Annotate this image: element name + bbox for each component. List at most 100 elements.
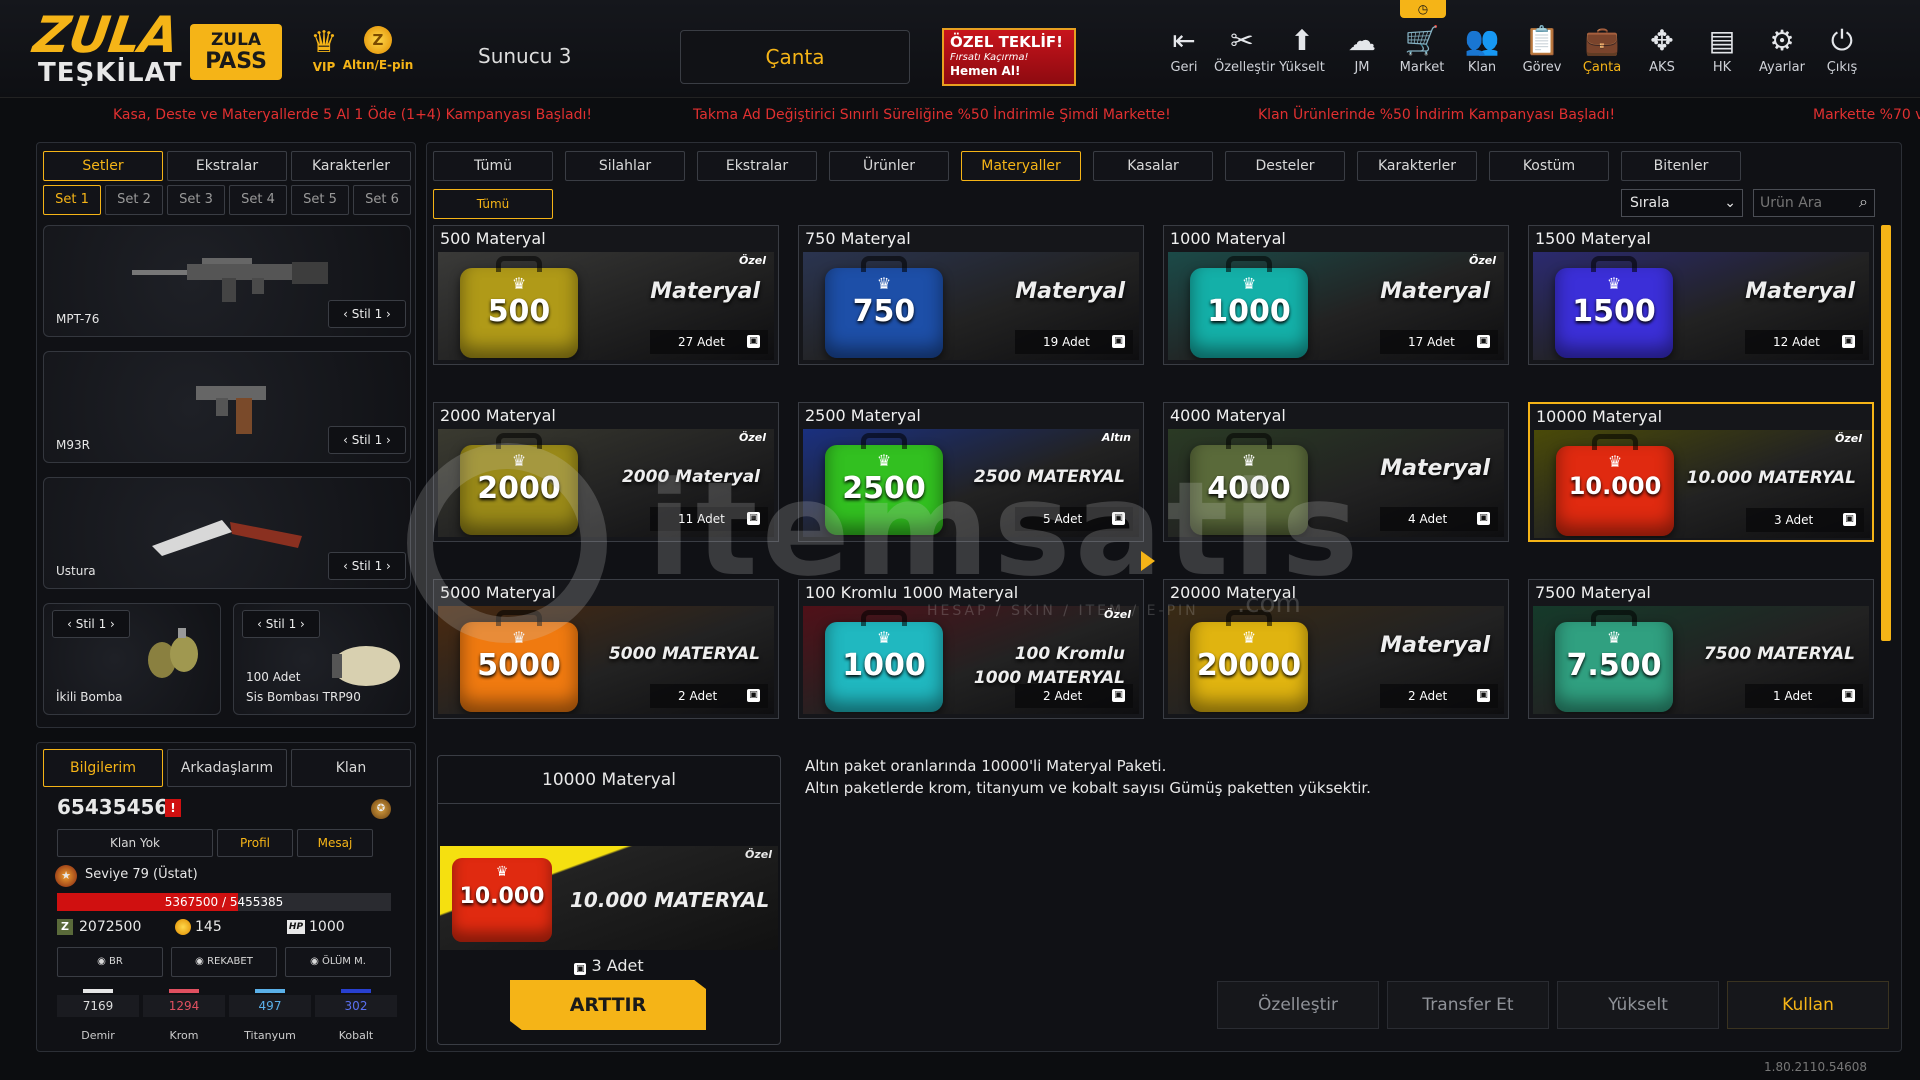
mode-br-button[interactable]: ◉ BR <box>57 947 163 977</box>
mode-rekabet-button[interactable]: ◉ REKABET <box>171 947 277 977</box>
set-tab-6[interactable]: Set 6 <box>353 185 411 215</box>
style-selector[interactable]: ‹ Stil 1 › <box>328 300 406 328</box>
set-tab-2[interactable]: Set 2 <box>105 185 163 215</box>
product-label: 2500 MATERYAL <box>973 467 1125 487</box>
nav-label: Klan <box>1467 60 1497 75</box>
sort-dropdown[interactable]: Sırala ⌄ <box>1621 189 1743 217</box>
product-card[interactable]: 7500 Materyal ♛ 7.500 7500 MATERYAL 1 Adet ▣ <box>1528 579 1874 719</box>
gold-coin-icon <box>175 919 191 935</box>
customize-button[interactable]: Özelleştir <box>1217 981 1379 1029</box>
category-tab[interactable]: Ekstralar <box>697 151 817 181</box>
search-input[interactable] <box>1754 190 1850 216</box>
stat-titanyum: 497 Titanyum <box>229 989 311 1042</box>
category-tab[interactable]: Desteler <box>1225 151 1345 181</box>
nav-gear-button[interactable]: ⚙ Ayarlar <box>1754 24 1810 84</box>
tab-bilgilerim[interactable]: Bilgilerim <box>43 749 163 787</box>
product-card[interactable]: 1500 Materyal ♛ 1500 Materyal 12 Adet ▣ <box>1528 225 1874 365</box>
nav-mission-button[interactable]: 📋 Görev <box>1514 24 1570 84</box>
qty-text: 27 Adet <box>678 335 725 349</box>
case-handle <box>1591 610 1637 626</box>
nav-customize-button[interactable]: ✂ Özelleştir <box>1214 24 1275 84</box>
secondary-weapon-slot[interactable]: M93R ‹ Stil 1 › <box>43 351 411 463</box>
product-card[interactable]: 4000 Materyal ♛ 4000 Materyal 4 Adet ▣ <box>1163 402 1509 542</box>
qty-text: 5 Adet <box>1043 512 1083 526</box>
tab-ekstralar[interactable]: Ekstralar <box>167 151 287 181</box>
use-button[interactable]: Kullan <box>1727 981 1889 1029</box>
nav-jm-button[interactable]: ☁ JM <box>1334 24 1390 84</box>
grenade-slot[interactable]: ‹ Stil 1 › İkili Bomba <box>43 603 221 715</box>
product-card[interactable]: 500 Materyal Özel ♛ 500 Materyal 27 Adet ▣ <box>433 225 779 365</box>
material-case-icon: ♛ 20000 <box>1190 610 1308 712</box>
increase-button[interactable]: ARTTIR <box>510 980 706 1030</box>
pistol-icon <box>196 386 266 434</box>
vip-button[interactable]: ♛ VIP <box>300 26 348 75</box>
category-tab[interactable]: Ürünler <box>829 151 949 181</box>
product-card[interactable]: 5000 Materyal ♛ 5000 5000 MATERYAL 2 Adet ▣ <box>433 579 779 719</box>
special-offer-button[interactable]: ÖZEL TEKLİF! Fırsatı Kaçırma! Hemen Al! <box>942 28 1076 86</box>
product-title: 1500 Materyal <box>1535 229 1651 248</box>
nav-hk-button[interactable]: ▤ HK <box>1694 24 1750 84</box>
tab-klan[interactable]: Klan <box>291 749 411 787</box>
style-selector[interactable]: ‹ Stil 1 › <box>242 610 320 638</box>
tab-setler[interactable]: Setler <box>43 151 163 181</box>
transfer-button[interactable]: Transfer Et <box>1387 981 1549 1029</box>
set-tab-3[interactable]: Set 3 <box>167 185 225 215</box>
mode-icon: ◉ <box>195 956 204 967</box>
mode-label: ÖLÜM M. <box>322 956 366 967</box>
category-tab[interactable]: Karakterler <box>1357 151 1477 181</box>
category-tab[interactable]: Kasalar <box>1093 151 1213 181</box>
product-card[interactable]: 2500 Materyal Altın ♛ 2500 2500 MATERYAL 5 Ad… <box>798 402 1144 542</box>
mode-olum-button[interactable]: ◉ ÖLÜM M. <box>285 947 391 977</box>
qty-text: 2 Adet <box>1043 689 1083 703</box>
ticker-item: Klan Ürünlerinde %50 İndirim Kampanyası … <box>1258 107 1616 123</box>
category-tab[interactable]: Bitenler <box>1621 151 1741 181</box>
scrollbar[interactable] <box>1881 225 1891 641</box>
product-card[interactable]: 750 Materyal ♛ 750 Materyal 19 Adet ▣ <box>798 225 1144 365</box>
product-card[interactable]: 2000 Materyal Özel ♛ 2000 2000 Materyal 11 Ad… <box>433 402 779 542</box>
altin-epin-button[interactable]: Z Altın/E-pin <box>342 26 414 72</box>
search-box[interactable]: ⌕ <box>1753 189 1875 217</box>
nav-bag-button[interactable]: 💼 Çanta <box>1574 24 1630 84</box>
nav-aks-button[interactable]: ✥ AKS <box>1634 24 1690 84</box>
tab-arkadaslarim[interactable]: Arkadaşlarım <box>167 749 287 787</box>
product-card[interactable]: 100 Kromlu 1000 Materyal Özel ♛ 1000 100 Kro… <box>798 579 1144 719</box>
upgrade-button[interactable]: Yükselt <box>1557 981 1719 1029</box>
crown-icon: ♛ <box>876 451 892 470</box>
subfilter-all[interactable]: Tümü <box>433 189 553 219</box>
style-selector[interactable]: ‹ Stil 1 › <box>328 426 406 454</box>
tab-karakterler[interactable]: Karakterler <box>291 151 411 181</box>
style-selector[interactable]: ‹ Stil 1 › <box>52 610 130 638</box>
material-case-icon: ♛ 10.000 <box>452 858 552 942</box>
qty-text: 4 Adet <box>1408 512 1448 526</box>
profile-button[interactable]: Profil <box>217 829 293 857</box>
product-card[interactable]: 20000 Materyal ♛ 20000 Materyal 2 Adet ▣ <box>1163 579 1509 719</box>
case-number: 500 <box>487 294 551 329</box>
category-tab[interactable]: Silahlar <box>565 151 685 181</box>
smoke-grenade-slot[interactable]: ‹ Stil 1 › 100 Adet Sis Bombası TRP90 <box>233 603 411 715</box>
nav-clan-button[interactable]: 👥 Klan <box>1454 24 1510 84</box>
crown-icon: ♛ <box>495 864 509 880</box>
clan-none-button[interactable]: Klan Yok <box>57 829 213 857</box>
set-tab-5[interactable]: Set 5 <box>291 185 349 215</box>
crown-icon: ♛ <box>1606 628 1622 647</box>
bag-button[interactable]: Çanta <box>680 30 910 84</box>
case-number: 1000 <box>842 648 926 683</box>
melee-weapon-slot[interactable]: Ustura ‹ Stil 1 › <box>43 477 411 589</box>
style-selector[interactable]: ‹ Stil 1 › <box>328 552 406 580</box>
message-button[interactable]: Mesaj <box>297 829 373 857</box>
category-tab[interactable]: Tümü <box>433 151 553 181</box>
set-tab-4[interactable]: Set 4 <box>229 185 287 215</box>
nav-back-button[interactable]: ⇤ Geri <box>1156 24 1212 84</box>
stat-value: 302 <box>315 995 397 1017</box>
product-card[interactable]: 1000 Materyal Özel ♛ 1000 Materyal 17 Adet ▣ <box>1163 225 1509 365</box>
category-tab[interactable]: Kostüm <box>1489 151 1609 181</box>
product-card[interactable]: 10000 Materyal Özel ♛ 10.000 10.000 MATERYAL… <box>1528 402 1874 542</box>
primary-weapon-slot[interactable]: MPT-76 ‹ Stil 1 › <box>43 225 411 337</box>
nav-power-button[interactable]: ⏻ Çıkış <box>1814 24 1870 84</box>
zula-pass-button[interactable]: ZULA PASS <box>190 24 282 80</box>
category-tab[interactable]: Materyaller <box>961 151 1081 181</box>
nav-upgrade-button[interactable]: ⬆ Yükselt <box>1274 24 1330 84</box>
qty-text: 2 Adet <box>1408 689 1448 703</box>
set-tab-1[interactable]: Set 1 <box>43 185 101 215</box>
nav-cart-button[interactable]: 🛒 Market <box>1394 24 1450 84</box>
